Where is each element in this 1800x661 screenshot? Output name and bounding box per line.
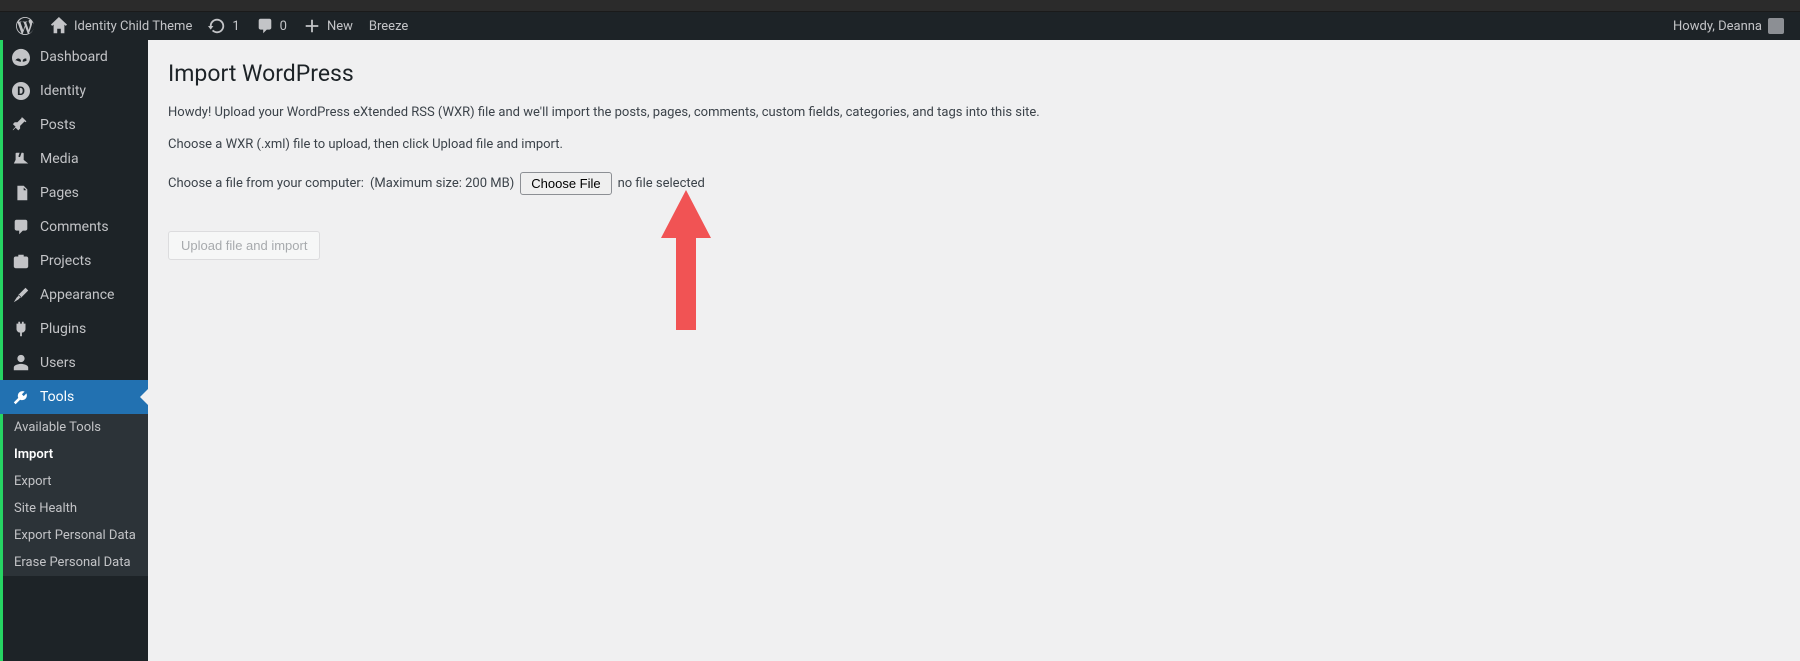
- new-label: New: [327, 19, 353, 34]
- my-account-link[interactable]: Howdy, Deanna: [1665, 12, 1792, 40]
- sidebar-item-identity[interactable]: D Identity: [0, 74, 148, 108]
- media-icon: [12, 150, 30, 168]
- sidebar-item-plugins[interactable]: Plugins: [0, 312, 148, 346]
- instruction-text: Choose a WXR (.xml) file to upload, then…: [168, 135, 1780, 155]
- sidebar-item-label: Tools: [40, 389, 74, 405]
- home-icon: [50, 17, 68, 35]
- sidebar-item-label: Comments: [40, 219, 109, 235]
- sidebar-item-label: Projects: [40, 253, 91, 269]
- sidebar-item-dashboard[interactable]: Dashboard: [0, 40, 148, 74]
- updates-link[interactable]: 1: [200, 12, 247, 40]
- breeze-label: Breeze: [369, 19, 408, 34]
- submenu-available-tools[interactable]: Available Tools: [0, 414, 148, 441]
- tools-icon: [12, 388, 30, 406]
- sidebar-item-comments[interactable]: Comments: [0, 210, 148, 244]
- portfolio-icon: [12, 252, 30, 270]
- upload-import-button[interactable]: Upload file and import: [168, 231, 320, 260]
- comment-icon: [256, 17, 274, 35]
- comments-link[interactable]: 0: [248, 12, 295, 40]
- intro-text: Howdy! Upload your WordPress eXtended RS…: [168, 103, 1780, 123]
- comments-count: 0: [280, 19, 287, 34]
- sidebar-item-label: Posts: [40, 117, 76, 133]
- sidebar-item-appearance[interactable]: Appearance: [0, 278, 148, 312]
- sidebar-item-pages[interactable]: Pages: [0, 176, 148, 210]
- plugin-icon: [12, 320, 30, 338]
- sidebar-item-tools[interactable]: Tools: [0, 380, 148, 414]
- sidebar-item-label: Identity: [40, 83, 86, 99]
- page-icon: [12, 184, 30, 202]
- plus-icon: [303, 17, 321, 35]
- brush-icon: [12, 286, 30, 304]
- new-content-link[interactable]: New: [295, 12, 361, 40]
- submenu-erase-personal[interactable]: Erase Personal Data: [0, 549, 148, 576]
- sidebar-item-media[interactable]: Media: [0, 142, 148, 176]
- submenu-export-personal[interactable]: Export Personal Data: [0, 522, 148, 549]
- page-title: Import WordPress: [168, 60, 1780, 87]
- site-name: Identity Child Theme: [74, 19, 192, 34]
- sidebar-item-label: Dashboard: [40, 49, 108, 65]
- admin-sidebar: Dashboard D Identity Posts Media Pages C…: [0, 40, 148, 661]
- update-icon: [208, 17, 226, 35]
- wordpress-icon: [16, 17, 34, 35]
- admin-toolbar: Identity Child Theme 1 0 New Breeze Howd…: [0, 12, 1800, 40]
- tools-submenu: Available Tools Import Export Site Healt…: [0, 414, 148, 576]
- arrow-annotation: [658, 190, 714, 334]
- submenu-import[interactable]: Import: [0, 441, 148, 468]
- sidebar-item-projects[interactable]: Projects: [0, 244, 148, 278]
- max-size-hint: (Maximum size: 200 MB): [370, 176, 514, 191]
- sidebar-item-label: Pages: [40, 185, 79, 201]
- avatar: [1768, 18, 1784, 34]
- main-content: Import WordPress Howdy! Upload your Word…: [148, 40, 1800, 661]
- submenu-site-health[interactable]: Site Health: [0, 495, 148, 522]
- wp-logo[interactable]: [8, 12, 42, 40]
- dashboard-icon: [12, 48, 30, 66]
- file-status: no file selected: [618, 176, 705, 191]
- browser-tab-strip: [0, 0, 1800, 12]
- sidebar-item-label: Appearance: [40, 287, 114, 303]
- identity-icon: D: [12, 82, 30, 100]
- pin-icon: [12, 116, 30, 134]
- sidebar-item-posts[interactable]: Posts: [0, 108, 148, 142]
- sidebar-item-label: Media: [40, 151, 79, 167]
- choose-file-button[interactable]: Choose File: [520, 172, 611, 195]
- sidebar-item-label: Users: [40, 355, 76, 371]
- choose-file-label: Choose a file from your computer:: [168, 176, 364, 191]
- comments-icon: [12, 218, 30, 236]
- howdy-text: Howdy, Deanna: [1673, 19, 1762, 34]
- breeze-link[interactable]: Breeze: [361, 12, 416, 40]
- sidebar-item-label: Plugins: [40, 321, 86, 337]
- sidebar-item-users[interactable]: Users: [0, 346, 148, 380]
- upload-row: Choose a file from your computer: (Maxim…: [168, 172, 1780, 195]
- updates-count: 1: [232, 19, 239, 34]
- submenu-export[interactable]: Export: [0, 468, 148, 495]
- user-icon: [12, 354, 30, 372]
- site-name-link[interactable]: Identity Child Theme: [42, 12, 200, 40]
